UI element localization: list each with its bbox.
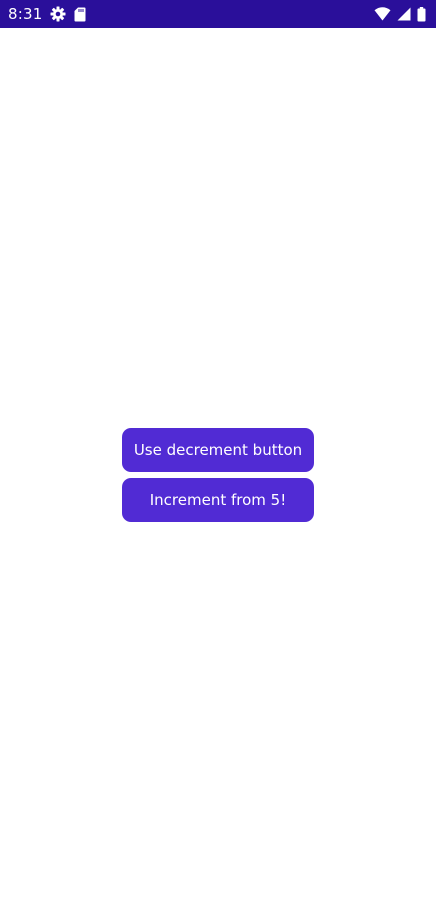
status-right [374,6,428,22]
status-bar: 8:31 [0,0,436,28]
increment-button[interactable]: Increment from 5! [122,478,314,522]
use-decrement-button[interactable]: Use decrement button [122,428,314,472]
wifi-icon [374,7,391,21]
battery-icon [417,6,426,22]
main-content: Use decrement button Increment from 5! [0,28,436,923]
cell-signal-icon [397,7,411,21]
status-time: 8:31 [8,5,43,23]
sd-card-icon [74,7,86,22]
status-left: 8:31 [8,0,86,28]
settings-gear-icon [50,6,66,22]
